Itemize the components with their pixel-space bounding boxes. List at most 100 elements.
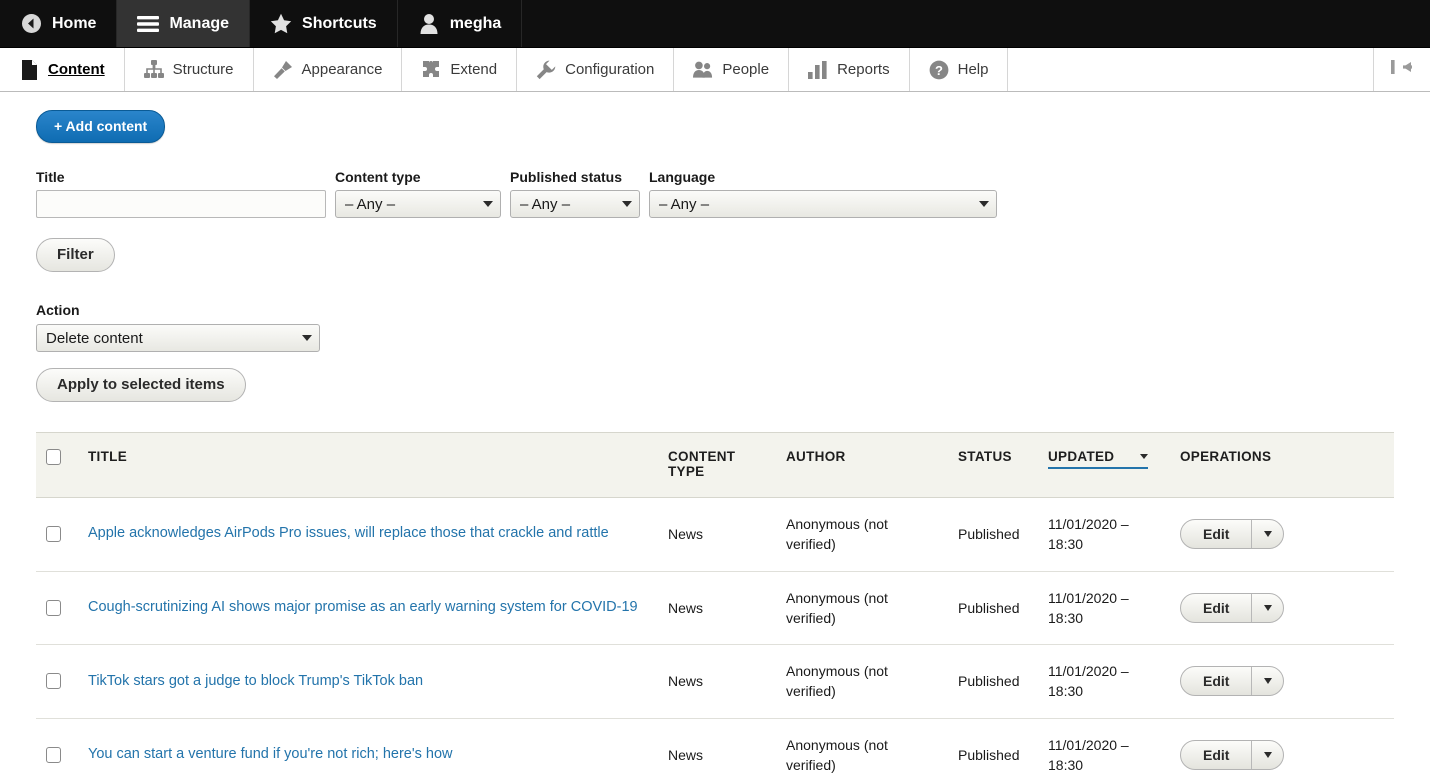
operations-dropdown-toggle[interactable] <box>1252 594 1283 622</box>
edit-button[interactable]: Edit <box>1181 594 1252 622</box>
menu-item-help[interactable]: ? Help <box>910 48 1009 91</box>
chevron-down-icon <box>302 335 312 341</box>
toolbar-item-label: Shortcuts <box>302 15 377 33</box>
edit-button[interactable]: Edit <box>1181 667 1252 695</box>
filter-published-status-label: Published status <box>510 169 640 185</box>
column-header-author: AUTHOR <box>776 433 948 498</box>
add-content-button[interactable]: + Add content <box>36 110 165 143</box>
row-checkbox[interactable] <box>46 526 61 542</box>
column-header-title[interactable]: TITLE <box>78 433 658 498</box>
menu-item-reports[interactable]: Reports <box>789 48 910 91</box>
row-title-cell: Apple acknowledges AirPods Pro issues, w… <box>78 498 658 572</box>
row-author: Anonymous (not verified) <box>776 498 948 572</box>
table-row: You can start a venture fund if you're n… <box>36 718 1394 773</box>
chevron-down-icon <box>979 201 989 207</box>
content-title-link[interactable]: You can start a venture fund if you're n… <box>88 746 453 762</box>
people-icon <box>693 60 713 80</box>
row-title-cell: Cough-scrutinizing AI shows major promis… <box>78 571 658 645</box>
row-content-type: News <box>658 571 776 645</box>
table-header-row: TITLE CONTENT TYPE AUTHOR STATUS UPDATED… <box>36 433 1394 498</box>
row-checkbox[interactable] <box>46 673 61 689</box>
menu-item-label: Help <box>958 61 989 78</box>
row-select-cell <box>36 645 78 719</box>
row-author: Anonymous (not verified) <box>776 571 948 645</box>
sort-indicator-wrap: UPDATED <box>1048 449 1148 469</box>
content-title-link[interactable]: Cough-scrutinizing AI shows major promis… <box>88 599 638 615</box>
menu-item-label: Extend <box>450 61 497 78</box>
menu-item-label: Appearance <box>302 61 383 78</box>
select-all-checkbox[interactable] <box>46 449 61 465</box>
content-filter-bar: Title Content type – Any – Published sta… <box>36 169 1394 218</box>
menu-item-configuration[interactable]: Configuration <box>517 48 674 91</box>
menu-item-extend[interactable]: Extend <box>402 48 517 91</box>
menu-item-label: Structure <box>173 61 234 78</box>
filter-content-type-group: Content type – Any – <box>335 169 501 218</box>
menu-item-label: Configuration <box>565 61 654 78</box>
search-title-input[interactable] <box>36 190 326 218</box>
published-status-select[interactable]: – Any – <box>510 190 640 218</box>
table-row: Apple acknowledges AirPods Pro issues, w… <box>36 498 1394 572</box>
filter-button[interactable]: Filter <box>36 238 115 272</box>
column-header-status[interactable]: STATUS <box>948 433 1038 498</box>
row-operations: Edit <box>1170 571 1394 645</box>
row-content-type: News <box>658 645 776 719</box>
row-status: Published <box>948 645 1038 719</box>
bulk-action-block: Action Delete content Apply to selected … <box>36 302 1394 402</box>
filter-title-group: Title <box>36 169 326 218</box>
row-operations: Edit <box>1170 718 1394 773</box>
document-icon <box>19 60 39 80</box>
chevron-down-icon <box>1264 531 1272 537</box>
toolbar-item-label: megha <box>450 15 502 33</box>
edit-split-button[interactable]: Edit <box>1180 593 1284 623</box>
apply-to-selected-items-button[interactable]: Apply to selected items <box>36 368 246 402</box>
row-status: Published <box>948 571 1038 645</box>
bulk-action-label: Action <box>36 302 1394 318</box>
apply-button-wrap: Apply to selected items <box>36 368 1394 402</box>
edit-button[interactable]: Edit <box>1181 741 1252 769</box>
row-operations: Edit <box>1170 645 1394 719</box>
menu-item-people[interactable]: People <box>674 48 789 91</box>
content-type-value: – Any – <box>345 196 395 213</box>
chevron-down-icon <box>622 201 632 207</box>
question-mark-icon: ? <box>929 60 949 80</box>
language-select[interactable]: – Any – <box>649 190 997 218</box>
menu-item-structure[interactable]: Structure <box>125 48 254 91</box>
row-author: Anonymous (not verified) <box>776 645 948 719</box>
published-status-value: – Any – <box>520 196 570 213</box>
content-title-link[interactable]: Apple acknowledges AirPods Pro issues, w… <box>88 525 609 541</box>
paintbrush-icon <box>273 60 293 80</box>
operations-dropdown-toggle[interactable] <box>1252 667 1283 695</box>
row-checkbox[interactable] <box>46 600 61 616</box>
menu-item-content[interactable]: Content <box>0 48 125 91</box>
column-header-updated-label: UPDATED <box>1048 449 1114 464</box>
filter-language-label: Language <box>649 169 997 185</box>
filter-language-group: Language – Any – <box>649 169 997 218</box>
menu-item-label: People <box>722 61 769 78</box>
column-header-content-type[interactable]: CONTENT TYPE <box>658 433 776 498</box>
edit-split-button[interactable]: Edit <box>1180 740 1284 770</box>
row-checkbox[interactable] <box>46 747 61 763</box>
bulk-action-select[interactable]: Delete content <box>36 324 320 352</box>
toolbar-item-home[interactable]: Home <box>0 0 117 47</box>
column-header-operations: OPERATIONS <box>1170 433 1394 498</box>
toolbar-item-user-account[interactable]: megha <box>398 0 523 47</box>
sort-descending-icon <box>1140 454 1148 459</box>
column-header-updated[interactable]: UPDATED <box>1038 433 1170 498</box>
edit-split-button[interactable]: Edit <box>1180 519 1284 549</box>
content-type-select[interactable]: – Any – <box>335 190 501 218</box>
row-title-cell: TikTok stars got a judge to block Trump'… <box>78 645 658 719</box>
chevron-down-icon <box>1264 752 1272 758</box>
operations-dropdown-toggle[interactable] <box>1252 741 1283 769</box>
toolbar-item-shortcuts[interactable]: Shortcuts <box>250 0 398 47</box>
content-admin-page: + Add content Title Content type – Any –… <box>0 92 1430 773</box>
row-updated: 11/01/2020 – 18:30 <box>1038 645 1170 719</box>
admin-toolbar: Home Manage Shortcuts megha <box>0 0 1430 48</box>
collapse-toolbar-button[interactable] <box>1374 48 1430 91</box>
filter-published-status-group: Published status – Any – <box>510 169 640 218</box>
toolbar-item-manage[interactable]: Manage <box>117 0 250 47</box>
edit-split-button[interactable]: Edit <box>1180 666 1284 696</box>
operations-dropdown-toggle[interactable] <box>1252 520 1283 548</box>
edit-button[interactable]: Edit <box>1181 520 1252 548</box>
content-title-link[interactable]: TikTok stars got a judge to block Trump'… <box>88 673 423 689</box>
menu-item-appearance[interactable]: Appearance <box>254 48 403 91</box>
